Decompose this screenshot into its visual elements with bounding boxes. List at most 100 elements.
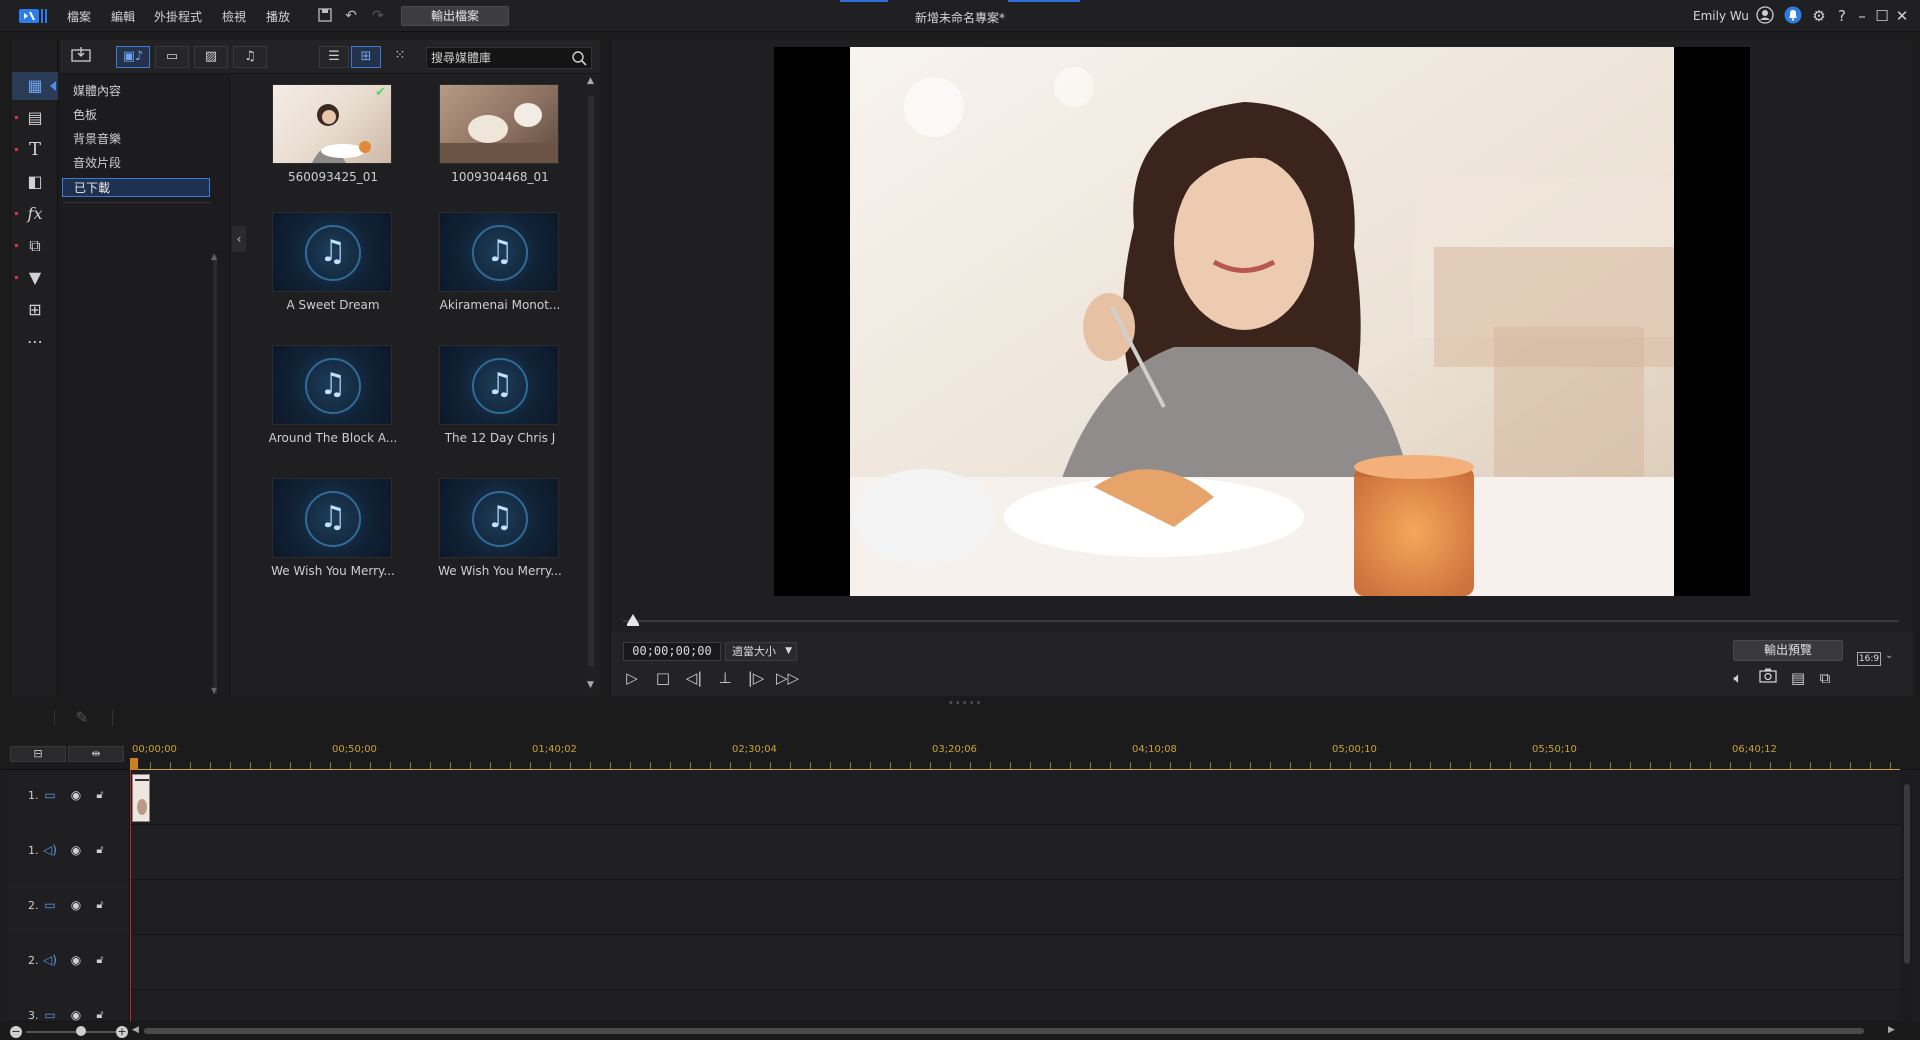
category-media-content[interactable]: 媒體內容 <box>62 82 210 101</box>
maximize-icon[interactable]: ☐ <box>1872 6 1892 26</box>
close-icon[interactable]: ✕ <box>1892 6 1912 26</box>
title-room-button[interactable]: T <box>12 136 58 164</box>
subtitle-icon[interactable]: ▤ <box>1787 667 1809 689</box>
track-row[interactable]: 1. ◁) ◉ 🔓︎ <box>8 826 1900 880</box>
library-scrollbar[interactable] <box>587 80 595 692</box>
tree-scroll-down-icon[interactable]: ▼ <box>211 686 217 695</box>
filter-video-button[interactable]: ▭ <box>155 46 189 68</box>
timeline-horizontal-scrollbar[interactable] <box>144 1028 1864 1034</box>
list-view-button[interactable]: ☰ <box>319 46 349 68</box>
collapse-tree-button[interactable]: ‹ <box>232 226 246 252</box>
lock-icon[interactable]: 🔓︎ <box>92 842 108 858</box>
track-row[interactable]: 2. ◁) ◉ 🔓︎ <box>8 936 1900 990</box>
previous-frame-icon[interactable]: ◁| <box>683 667 705 689</box>
scrub-handle[interactable] <box>627 614 639 624</box>
library-scroll-up-icon[interactable]: ▲ <box>587 76 594 86</box>
timeline-ruler[interactable]: 00;00;00 00;50;00 01;40;02 02;30;04 03;2… <box>130 740 1900 770</box>
minimize-icon[interactable]: – <box>1852 6 1872 26</box>
timeline-hscroll-thumb[interactable] <box>144 1028 1864 1034</box>
menu-edit[interactable]: 編輯 <box>111 8 135 25</box>
menu-file[interactable]: 檔案 <box>67 8 91 25</box>
track-row[interactable]: 1. ▭ ◉ 🔓︎ <box>8 771 1900 825</box>
playhead-handle[interactable] <box>130 758 138 770</box>
media-item[interactable]: ♫ Around The Block A... <box>269 345 397 461</box>
lock-icon[interactable]: 🔓︎ <box>92 897 108 913</box>
library-scroll-down-icon[interactable]: ▼ <box>587 680 594 690</box>
stop-icon[interactable]: □ <box>652 667 674 689</box>
tree-scroll-up-icon[interactable]: ▲ <box>211 252 217 261</box>
settings-icon[interactable]: ⚙ <box>1809 6 1829 26</box>
media-room-button[interactable]: ▦ <box>12 72 58 100</box>
hscroll-right-icon[interactable]: ▶ <box>1888 1025 1895 1035</box>
import-media-icon[interactable] <box>64 46 98 68</box>
lock-icon[interactable]: 🔓︎ <box>92 952 108 968</box>
zoom-out-icon[interactable]: − <box>10 1026 22 1038</box>
category-background-music[interactable]: 背景音樂 <box>62 130 210 149</box>
transition-room-button[interactable]: ◧ <box>12 168 58 196</box>
eye-icon[interactable]: ◉ <box>68 897 84 913</box>
detach-preview-icon[interactable]: ⧉ <box>1814 667 1836 689</box>
filter-image-button[interactable]: ▨ <box>194 46 228 68</box>
pip-room-button[interactable]: ⧉ <box>12 232 58 260</box>
playhead[interactable] <box>130 770 131 1028</box>
eye-icon[interactable]: ◉ <box>68 952 84 968</box>
help-icon[interactable]: ? <box>1832 6 1852 26</box>
redo-icon[interactable]: ↷ <box>369 7 387 25</box>
timecode-display[interactable]: 00;00;00;00 <box>623 642 721 661</box>
media-item[interactable]: ♫ We Wish You Merry... <box>271 478 395 594</box>
aspect-ratio-toggle[interactable]: 16:9 <box>1857 652 1881 666</box>
grid-view-button[interactable]: ⊞ <box>351 46 381 68</box>
zoom-in-icon[interactable]: + <box>116 1026 128 1038</box>
play-icon[interactable]: ▷ <box>621 667 643 689</box>
fit-timeline-icon[interactable]: ⇹ <box>68 746 124 762</box>
library-scroll-thumb[interactable] <box>588 96 594 666</box>
account-icon[interactable] <box>1755 6 1775 26</box>
timeline-vertical-scrollbar[interactable] <box>1902 772 1912 1022</box>
timeline-clip[interactable] <box>132 774 150 822</box>
more-rooms-button[interactable]: ⋯ <box>12 328 58 356</box>
filter-audio-button[interactable]: ♫ <box>233 46 267 68</box>
snapshot-camera-icon[interactable] <box>1757 667 1779 689</box>
produce-preview-button[interactable]: 輸出預覽 <box>1733 640 1843 661</box>
media-item[interactable]: ♫ A Sweet Dream <box>272 212 394 328</box>
eye-icon[interactable]: ◉ <box>68 842 84 858</box>
lock-icon[interactable]: 🔓︎ <box>92 1007 108 1021</box>
particle-room-button[interactable]: ▼ <box>12 264 58 292</box>
notification-icon[interactable] <box>1783 6 1803 26</box>
volume-icon[interactable]: 🔈︎ <box>1727 667 1749 689</box>
category-color-boards[interactable]: 色板 <box>62 106 210 125</box>
effect-room-button[interactable]: fx <box>12 200 58 228</box>
tree-scrollbar[interactable] <box>213 254 217 694</box>
edit-pen-icon[interactable]: ✎ <box>70 707 94 729</box>
media-item[interactable]: ♫ The 12 Day Chris J <box>439 345 561 461</box>
media-item[interactable]: 1009304468_01 <box>439 84 561 200</box>
zoom-slider-knob[interactable] <box>76 1026 86 1036</box>
menu-playback[interactable]: 播放 <box>266 8 290 25</box>
track-row[interactable]: 2. ▭ ◉ 🔓︎ <box>8 881 1900 935</box>
media-item[interactable]: ✔ 560093425_01 <box>272 84 394 200</box>
eye-icon[interactable]: ◉ <box>68 787 84 803</box>
undo-icon[interactable]: ↶ <box>342 7 360 25</box>
track-row[interactable]: 3. ▭ ◉ 🔓︎ <box>8 991 1900 1022</box>
category-sound-clips[interactable]: 音效片段 <box>62 154 210 173</box>
menu-plugins[interactable]: 外掛程式 <box>154 8 202 25</box>
track-manager-icon[interactable]: ⊟ <box>10 746 66 762</box>
zoom-fit-select[interactable]: 適當大小 ▼ <box>725 642 797 661</box>
search-input[interactable] <box>431 50 561 66</box>
timeline-vscroll-thumb[interactable] <box>1904 784 1910 964</box>
menu-view[interactable]: 檢視 <box>222 8 246 25</box>
eye-icon[interactable]: ◉ <box>68 1007 84 1021</box>
user-name[interactable]: Emily Wu <box>1693 9 1749 23</box>
lock-icon[interactable]: 🔓︎ <box>92 787 108 803</box>
preview-video-frame[interactable] <box>774 47 1750 596</box>
split-icon[interactable]: ⊥ <box>714 667 736 689</box>
template-room-button[interactable]: ▤ <box>12 104 58 132</box>
search-box[interactable] <box>426 47 592 69</box>
chapter-room-button[interactable]: ⊞ <box>12 296 58 324</box>
save-icon[interactable] <box>316 7 334 25</box>
media-item[interactable]: ♫ Akiramenai Monot... <box>439 212 561 328</box>
search-icon[interactable] <box>571 50 587 66</box>
filter-all-media-button[interactable]: ▣♪ <box>116 46 150 68</box>
hscroll-left-icon[interactable]: ◀ <box>132 1025 139 1035</box>
category-downloaded[interactable]: 已下載 <box>62 178 210 197</box>
